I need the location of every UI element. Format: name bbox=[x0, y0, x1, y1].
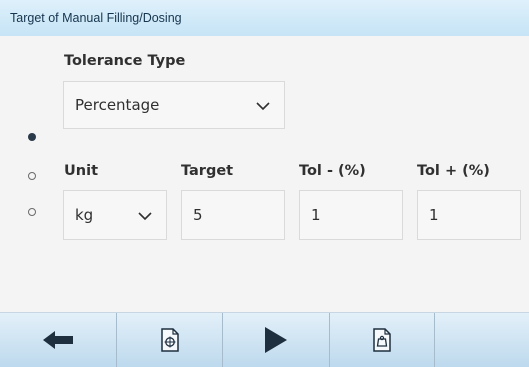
back-button[interactable] bbox=[0, 313, 116, 367]
weigh-button[interactable] bbox=[330, 313, 434, 367]
empty-function-button[interactable] bbox=[435, 313, 529, 367]
weigh-document-icon bbox=[373, 328, 391, 352]
tolerance-type-label: Tolerance Type bbox=[64, 53, 186, 69]
target-button[interactable] bbox=[117, 313, 222, 367]
unit-label: Unit bbox=[64, 163, 98, 179]
page-dot-1 bbox=[28, 133, 36, 141]
tolerance-type-value: Percentage bbox=[75, 96, 160, 114]
start-button[interactable] bbox=[223, 313, 329, 367]
tol-plus-input[interactable]: 1 bbox=[417, 190, 521, 240]
function-key-bar bbox=[0, 312, 529, 367]
play-icon bbox=[265, 327, 287, 353]
chevron-down-icon bbox=[256, 102, 270, 111]
unit-select[interactable]: kg bbox=[63, 190, 167, 240]
target-document-icon bbox=[160, 328, 179, 352]
arrow-left-icon bbox=[43, 331, 73, 349]
target-value: 5 bbox=[193, 206, 203, 224]
chevron-down-icon bbox=[138, 212, 152, 221]
tol-plus-label: Tol + (%) bbox=[417, 163, 490, 179]
tolerance-type-select[interactable]: Percentage bbox=[63, 81, 285, 129]
page-dot-3 bbox=[28, 208, 36, 216]
target-label: Target bbox=[181, 163, 234, 179]
tol-minus-label: Tol - (%) bbox=[299, 163, 366, 179]
tol-plus-value: 1 bbox=[429, 206, 439, 224]
page-dot-2 bbox=[28, 172, 36, 180]
tol-minus-value: 1 bbox=[311, 206, 321, 224]
unit-value: kg bbox=[75, 206, 94, 224]
tol-minus-input[interactable]: 1 bbox=[299, 190, 403, 240]
window-title: Target of Manual Filling/Dosing bbox=[0, 0, 529, 36]
target-input[interactable]: 5 bbox=[181, 190, 285, 240]
